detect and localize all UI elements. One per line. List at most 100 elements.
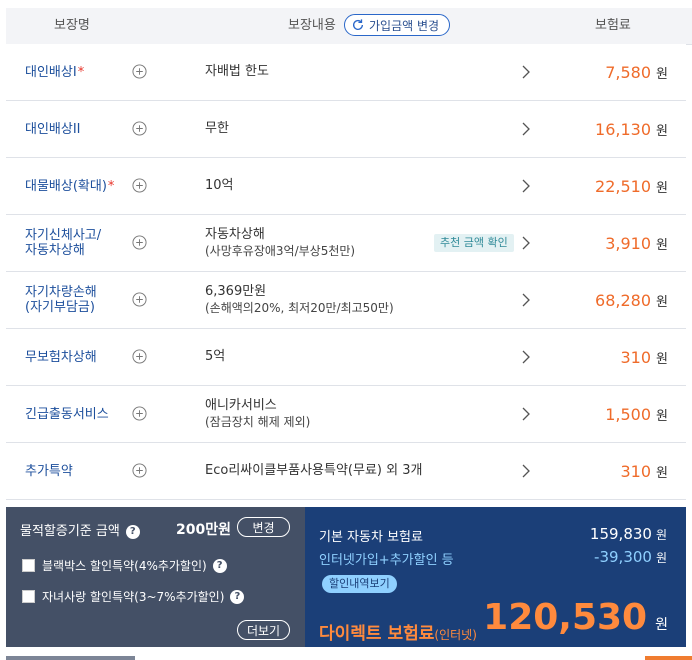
discount-label: 인터넷가입+추가할인 등 [319, 553, 454, 568]
chevron-right-icon[interactable] [521, 179, 531, 193]
coverage-content: 무한 [205, 101, 229, 157]
coverage-premium: 22,510 원 [595, 158, 668, 214]
coverage-content: 애니카서비스 (잠금장치 해제 제외) [205, 386, 310, 442]
plus-circle-icon[interactable] [132, 349, 147, 364]
premium-unit: 원 [656, 294, 668, 310]
discount: -39,300 원 [594, 548, 667, 566]
table-row: 자기차량손해 (자기부담금) 6,369만원 (손해액의20%, 최저20만/최… [6, 272, 686, 329]
base-premium-label: 기본 자동차 보험료 [319, 530, 423, 545]
coverage-content: 5억 [205, 329, 225, 385]
premium-unit: 원 [656, 180, 668, 196]
chevron-right-icon[interactable] [521, 65, 531, 79]
premium-unit: 원 [656, 66, 668, 82]
premium-value: 1,500 [605, 404, 652, 424]
child-discount-label: 자녀사랑 할인특약(3~7%추가할인) [42, 590, 225, 604]
plus-circle-icon[interactable] [132, 178, 147, 193]
chevron-right-icon[interactable] [521, 293, 531, 307]
required-mark: * [77, 64, 85, 80]
coverage-content-main: 애니카서비스 [205, 398, 277, 413]
coverage-name: 대인배상II [25, 101, 81, 157]
plus-circle-icon[interactable] [132, 292, 147, 307]
discount-unit: 원 [655, 551, 667, 565]
chevron-right-icon[interactable] [521, 407, 531, 421]
coverage-content-main: 6,369만원 [205, 284, 267, 299]
coverage-content: 자배법 한도 [205, 44, 269, 100]
premium-value: 68,280 [595, 290, 652, 310]
table-row: 추가특약 Eco리싸이클부품사용특약(무료) 외 3개 310 원 [6, 443, 686, 500]
base-premium-unit: 원 [655, 528, 667, 542]
coverage-name: 대인배상I * [25, 44, 84, 100]
chevron-right-icon[interactable] [521, 236, 531, 250]
coverage-content-main: 무한 [205, 121, 229, 136]
table-row: 대물배상(확대) * 10억 22,510 원 [6, 158, 686, 215]
coverage-premium: 7,580 원 [605, 44, 668, 100]
coverage-name-label: 추가특약 [25, 463, 73, 479]
discount-detail-button[interactable]: 할인내역보기 [322, 575, 397, 593]
chevron-right-icon[interactable] [521, 464, 531, 478]
coverage-name-label: 무보험차상해 [25, 349, 97, 365]
coverage-premium: 68,280 원 [595, 272, 668, 328]
premium-value: 7,580 [605, 62, 652, 82]
change-button-label: 가입금액 변경 [369, 18, 440, 33]
coverage-content-main: 10억 [205, 178, 234, 193]
blackbox-checkbox[interactable] [22, 559, 35, 572]
coverage-name: 무보험차상해 [25, 329, 97, 385]
coverage-content-main: 5억 [205, 349, 226, 364]
coverage-name-label: 자기차량손해 [25, 285, 97, 300]
plus-circle-icon[interactable] [132, 121, 147, 136]
plus-circle-icon[interactable] [132, 235, 147, 250]
coverage-name: 긴급출동서비스 [25, 386, 109, 442]
coverage-content-main: 자배법 한도 [205, 64, 269, 79]
coverage-content-main: Eco리싸이클부품사용특약(무료) 외 3개 [205, 463, 423, 478]
recommended-amount-badge[interactable]: 추천 금액 확인 [434, 234, 514, 252]
coverage-premium: 1,500 원 [605, 386, 668, 442]
premium-value: 16,130 [595, 119, 652, 139]
coverage-name: 추가특약 [25, 443, 73, 499]
coverage-content: 10억 [205, 158, 234, 214]
plus-circle-icon[interactable] [132, 64, 147, 79]
property-surcharge-title: 물적할증기준 금액? [20, 520, 140, 539]
header-name: 보장명 [54, 18, 90, 33]
refresh-icon [352, 19, 364, 30]
help-icon[interactable]: ? [125, 524, 140, 539]
plus-circle-icon[interactable] [132, 406, 147, 421]
coverage-content-sub: (사망후유장애3억/부상5천만) [205, 244, 356, 258]
required-mark: * [107, 178, 115, 194]
more-button[interactable]: 더보기 [237, 620, 290, 640]
table-row: 대인배상I * 자배법 한도 7,580 원 [6, 44, 686, 101]
coverage-name-label: 긴급출동서비스 [25, 406, 109, 422]
coverage-content-sub: (잠금장치 해제 제외) [205, 415, 311, 429]
base-premium-value: 159,830 [589, 525, 652, 543]
table-header: 보장명 보장내용 가입금액 변경 보험료 [6, 8, 692, 45]
coverage-content-main: 자동차상해 [205, 227, 265, 242]
chevron-right-icon[interactable] [521, 122, 531, 136]
child-discount-option[interactable]: 자녀사랑 할인특약(3~7%추가할인) ? [22, 588, 245, 605]
bottom-tab-right[interactable] [645, 656, 692, 660]
final-premium-value: 120,530 [483, 597, 648, 638]
premium-summary-panel: 기본 자동차 보험료 159,830 원 인터넷가입+추가할인 등 -39,300… [305, 507, 686, 647]
premium-value: 22,510 [595, 176, 652, 196]
final-premium: 120,530 원 [483, 597, 668, 638]
base-premium: 159,830 원 [590, 525, 667, 543]
plus-circle-icon[interactable] [132, 463, 147, 478]
change-coverage-amount-button[interactable]: 가입금액 변경 [344, 14, 451, 36]
blackbox-discount-option[interactable]: 블랙박스 할인특약(4%추가할인) ? [22, 557, 227, 574]
coverage-name-label: 대물배상(확대) [25, 178, 107, 194]
help-icon[interactable]: ? [230, 589, 245, 604]
coverage-premium: 16,130 원 [595, 101, 668, 157]
help-icon[interactable]: ? [212, 558, 227, 573]
coverage-name: 자기신체사고/ 자동차상해 [25, 215, 101, 271]
bottom-tab-left[interactable] [6, 656, 135, 660]
premium-unit: 원 [656, 351, 668, 367]
chevron-right-icon[interactable] [521, 350, 531, 364]
coverage-premium: 3,910 원 [605, 215, 668, 271]
premium-value: 310 [620, 347, 652, 367]
table-row: 자기신체사고/ 자동차상해 자동차상해 (사망후유장애3억/부상5천만) 추천 … [6, 215, 686, 272]
change-surcharge-button[interactable]: 변경 [237, 517, 290, 537]
coverage-premium: 310 원 [620, 329, 668, 385]
coverage-premium: 310 원 [620, 443, 668, 499]
coverage-name-label-2: 자동차상해 [25, 243, 85, 258]
premium-unit: 원 [656, 408, 668, 424]
coverage-name-label: 대인배상II [25, 121, 81, 137]
child-discount-checkbox[interactable] [22, 590, 35, 603]
